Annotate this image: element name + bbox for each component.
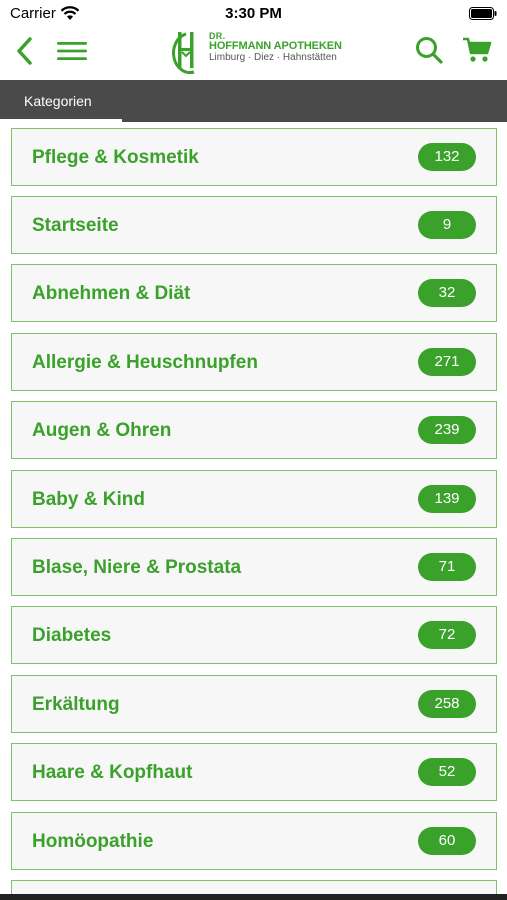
- tab-kategorien-label: Kategorien: [24, 93, 92, 109]
- category-item[interactable]: Startseite 9: [11, 196, 497, 254]
- category-label: Allergie & Heuschnupfen: [32, 352, 258, 373]
- category-item[interactable]: Blase, Niere & Prostata 71: [11, 538, 497, 596]
- search-icon: [416, 37, 443, 64]
- category-count-badge: 239: [418, 416, 476, 444]
- category-item[interactable]: Diabetes 72: [11, 606, 497, 664]
- category-item[interactable]: Homöopathie 60: [11, 812, 497, 870]
- category-label: Augen & Ohren: [32, 420, 172, 441]
- category-count-badge: 132: [418, 143, 476, 171]
- category-list[interactable]: Pflege & Kosmetik 132 Startseite 9 Abneh…: [0, 122, 507, 900]
- category-count-badge: 52: [418, 758, 476, 786]
- hamburger-menu-icon: [57, 42, 87, 60]
- category-count-badge: 271: [418, 348, 476, 376]
- logo-mark-icon: [172, 32, 195, 75]
- category-count-badge: 139: [418, 485, 476, 513]
- nav-bar: DR. HOFFMANN APOTHEKEN Limburg · Diez · …: [0, 28, 507, 80]
- battery-icon: [469, 7, 497, 20]
- logo-subtitle: Limburg · Diez · Hahnstätten: [209, 52, 337, 63]
- shopping-cart-icon: [463, 37, 492, 62]
- menu-button[interactable]: [56, 38, 88, 64]
- category-label: Pflege & Kosmetik: [32, 147, 199, 168]
- back-button[interactable]: [12, 36, 38, 66]
- chevron-left-icon: [17, 37, 32, 65]
- tab-kategorien[interactable]: Kategorien: [0, 80, 122, 122]
- category-label: Baby & Kind: [32, 489, 145, 510]
- category-label: Startseite: [32, 215, 119, 236]
- category-count-badge: 32: [418, 279, 476, 307]
- category-label: Haare & Kopfhaut: [32, 762, 193, 783]
- category-count-badge: 60: [418, 827, 476, 855]
- category-label: Abnehmen & Diät: [32, 283, 191, 304]
- logo[interactable]: DR. HOFFMANN APOTHEKEN Limburg · Diez · …: [166, 28, 346, 78]
- category-item[interactable]: Allergie & Heuschnupfen 271: [11, 333, 497, 391]
- status-bar: Carrier 3:30 PM: [0, 0, 507, 28]
- category-label: Diabetes: [32, 625, 112, 646]
- category-label: Blase, Niere & Prostata: [32, 557, 242, 578]
- cart-button[interactable]: [462, 36, 492, 64]
- category-count-badge: 9: [418, 211, 476, 239]
- category-item[interactable]: Abnehmen & Diät 32: [11, 264, 497, 322]
- home-indicator: [0, 894, 507, 900]
- category-count-badge: 71: [418, 553, 476, 581]
- category-label: Homöopathie: [32, 831, 154, 852]
- category-item[interactable]: Haare & Kopfhaut 52: [11, 743, 497, 801]
- category-count-badge: 258: [418, 690, 476, 718]
- category-count-badge: 72: [418, 621, 476, 649]
- tab-bar: Kategorien: [0, 80, 507, 122]
- category-item[interactable]: Pflege & Kosmetik 132: [11, 128, 497, 186]
- logo-title: HOFFMANN APOTHEKEN: [209, 40, 342, 52]
- category-item[interactable]: Baby & Kind 139: [11, 470, 497, 528]
- category-item[interactable]: Erkältung 258: [11, 675, 497, 733]
- status-time: 3:30 PM: [225, 5, 282, 22]
- search-button[interactable]: [414, 35, 444, 65]
- category-item[interactable]: Augen & Ohren 239: [11, 401, 497, 459]
- category-label: Erkältung: [32, 694, 120, 715]
